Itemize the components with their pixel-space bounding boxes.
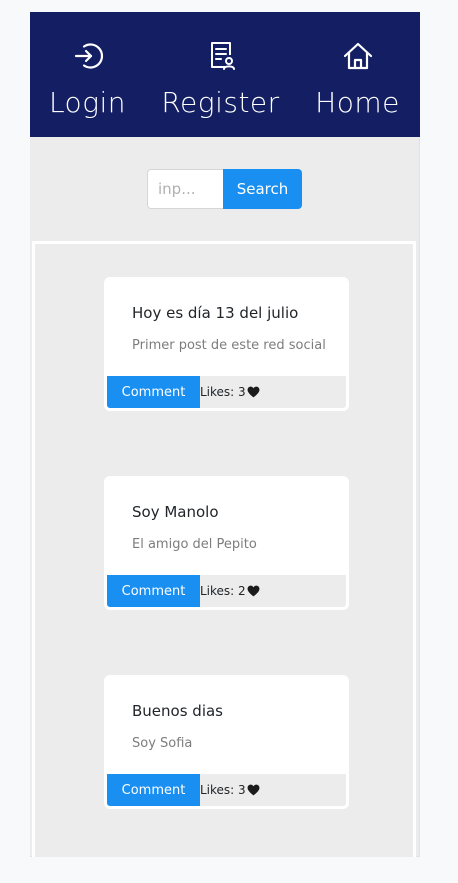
posts-feed: Hoy es día 13 del julio Primer post de e… [32, 241, 416, 857]
likes-counter[interactable]: Likes: 3 [200, 774, 260, 806]
heart-icon [247, 784, 260, 796]
register-icon [210, 42, 235, 70]
nav-login-label: Login [48, 86, 127, 119]
nav-home[interactable]: Home [300, 12, 415, 137]
likes-label: Likes: [200, 783, 235, 797]
nav-login[interactable]: Login [30, 12, 145, 137]
comment-button[interactable]: Comment [107, 376, 200, 408]
search-button[interactable]: Search [223, 169, 302, 209]
top-navbar: Login Register Home [30, 12, 420, 137]
post-footer: Comment Likes: 2 [107, 575, 346, 607]
post-title: Hoy es día 13 del julio [132, 304, 299, 322]
likes-count: 3 [238, 783, 246, 797]
post-card: Buenos dias Soy Sofia Comment Likes: 3 [104, 675, 349, 809]
likes-counter[interactable]: Likes: 2 [200, 575, 260, 607]
post-body: Primer post de este red social [132, 338, 326, 353]
comment-button[interactable]: Comment [107, 575, 200, 607]
nav-register[interactable]: Register [157, 12, 284, 137]
login-icon [74, 43, 103, 69]
post-body: El amigo del Pepito [132, 537, 257, 552]
home-icon [343, 42, 372, 70]
app-container: Login Register Home Search [30, 12, 420, 857]
post-footer: Comment Likes: 3 [107, 774, 346, 806]
likes-label: Likes: [200, 385, 235, 399]
heart-icon [247, 585, 260, 597]
search-form: Search [147, 169, 302, 209]
post-footer: Comment Likes: 3 [107, 376, 346, 408]
likes-label: Likes: [200, 584, 235, 598]
comment-button[interactable]: Comment [107, 774, 200, 806]
post-card: Soy Manolo El amigo del Pepito Comment L… [104, 476, 349, 610]
nav-register-label: Register [161, 86, 280, 119]
heart-icon [247, 386, 260, 398]
likes-count: 2 [238, 584, 246, 598]
post-title: Soy Manolo [132, 503, 219, 521]
post-body: Soy Sofia [132, 736, 193, 751]
nav-home-label: Home [315, 86, 400, 119]
search-input[interactable] [147, 169, 223, 209]
post-card: Hoy es día 13 del julio Primer post de e… [104, 277, 349, 411]
post-title: Buenos dias [132, 702, 223, 720]
likes-counter[interactable]: Likes: 3 [200, 376, 260, 408]
likes-count: 3 [238, 385, 246, 399]
